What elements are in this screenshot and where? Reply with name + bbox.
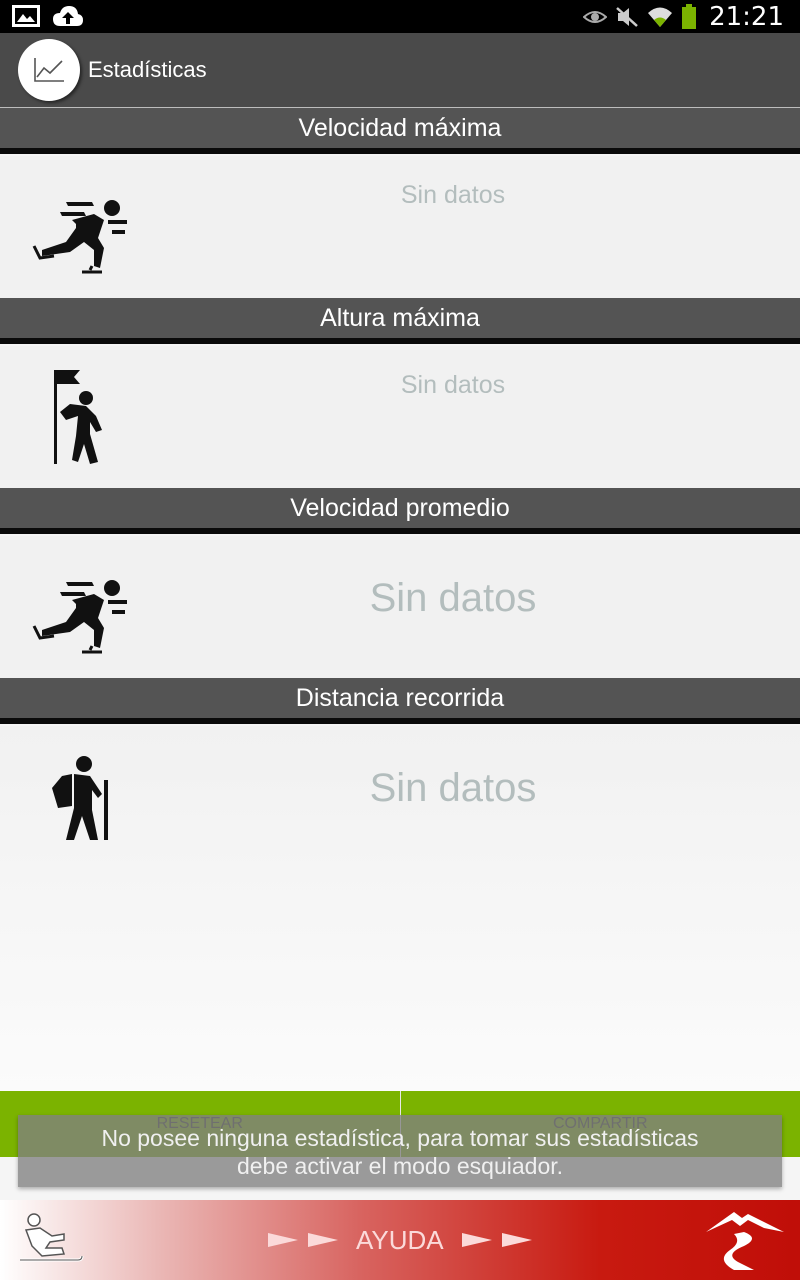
distance-value: Sin datos bbox=[369, 766, 537, 810]
toast-line-2: debe activar el modo esquiador. bbox=[236, 1153, 564, 1179]
toast-message: No posee ninguna estadística, para tomar… bbox=[18, 1115, 782, 1187]
summit-flag-icon bbox=[54, 370, 102, 464]
arrow-right-icon bbox=[268, 1233, 298, 1247]
section-avg-speed: Sin datos bbox=[0, 536, 800, 678]
section-header-avg-speed: Velocidad promedio bbox=[0, 488, 800, 534]
section-max-altitude: Sin datos bbox=[0, 346, 800, 488]
arrow-right-icon bbox=[461, 1233, 492, 1247]
wifi-icon bbox=[648, 7, 673, 27]
cloud-upload-icon bbox=[53, 6, 83, 26]
section-header-distance: Distancia recorrida bbox=[0, 678, 800, 724]
max-altitude-value: Sin datos bbox=[400, 371, 506, 399]
arrow-right-icon bbox=[308, 1233, 338, 1247]
status-bar: 21:21 bbox=[0, 0, 800, 33]
section-header-max-altitude: Altura máxima bbox=[0, 298, 800, 344]
hiker-icon bbox=[52, 756, 108, 840]
chart-line-icon bbox=[34, 58, 64, 82]
mountain-road-icon[interactable] bbox=[704, 1208, 788, 1272]
page-title: Estadísticas bbox=[88, 57, 207, 82]
help-label: AYUDA bbox=[356, 1224, 444, 1255]
section-distance: Sin datos bbox=[0, 726, 800, 1091]
mute-icon bbox=[616, 6, 638, 27]
eye-icon bbox=[583, 10, 608, 23]
bottom-bar: AYUDA bbox=[0, 1200, 800, 1280]
max-speed-value: Sin datos bbox=[400, 181, 506, 209]
toast-line-1: No posee ninguna estadística, para tomar… bbox=[101, 1125, 699, 1151]
avg-speed-value: Sin datos bbox=[369, 576, 537, 620]
image-icon bbox=[12, 5, 40, 27]
app-logo[interactable] bbox=[18, 39, 80, 101]
skier-icon[interactable] bbox=[18, 1212, 84, 1268]
status-time: 21:21 bbox=[709, 1, 784, 32]
action-bar: Estadísticas bbox=[0, 33, 800, 108]
section-header-max-speed: Velocidad máxima bbox=[0, 108, 800, 154]
skater-icon bbox=[32, 580, 127, 654]
status-left-icons bbox=[12, 4, 84, 28]
skater-icon bbox=[32, 200, 127, 274]
arrow-right-icon bbox=[501, 1233, 532, 1247]
status-right-icons: 21:21 bbox=[583, 0, 784, 33]
help-link[interactable]: AYUDA bbox=[268, 1200, 532, 1280]
section-max-speed: Sin datos bbox=[0, 156, 800, 298]
battery-icon bbox=[682, 3, 697, 29]
